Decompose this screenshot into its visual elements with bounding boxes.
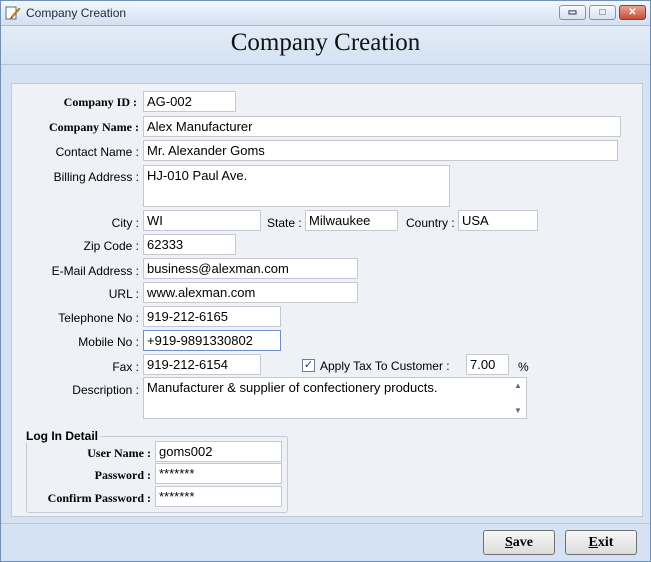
- company-name-input[interactable]: Alex Manufacturer: [143, 116, 621, 137]
- city-input[interactable]: WI: [143, 210, 261, 231]
- save-mnemonic: S: [504, 535, 513, 550]
- minimize-icon: ▭: [567, 7, 578, 18]
- login-detail-title: Log In Detail: [24, 429, 100, 443]
- description-input[interactable]: Manufacturer & supplier of confectionery…: [143, 377, 527, 419]
- minimize-button[interactable]: ▭: [559, 5, 586, 20]
- window-title: Company Creation: [26, 6, 127, 20]
- save-button[interactable]: Save: [483, 530, 555, 555]
- state-input[interactable]: Milwaukee: [305, 210, 398, 231]
- apply-tax-checkbox[interactable]: ✓: [302, 359, 315, 372]
- state-label: State :: [267, 216, 302, 230]
- close-button[interactable]: ✕: [619, 5, 646, 20]
- company-name-label: Company Name :: [49, 120, 139, 134]
- exit-mnemonic: E: [588, 535, 598, 550]
- contact-name-label: Contact Name :: [55, 145, 139, 159]
- form-header: Company Creation: [1, 26, 650, 65]
- billing-address-label: Billing Address :: [53, 170, 139, 184]
- url-label: URL :: [108, 287, 139, 301]
- fax-input[interactable]: 919-212-6154: [143, 354, 261, 375]
- maximize-button[interactable]: □: [589, 5, 616, 20]
- mobile-input[interactable]: +919-9891330802: [143, 330, 281, 351]
- page-title: Company Creation: [230, 29, 421, 56]
- user-name-label: User Name :: [87, 446, 151, 460]
- scroll-up-icon[interactable]: ▲: [514, 381, 522, 390]
- confirm-password-label: Confirm Password :: [47, 491, 151, 505]
- apply-tax-label: Apply Tax To Customer :: [320, 359, 450, 373]
- password-input[interactable]: *******: [155, 463, 282, 484]
- contact-name-input[interactable]: Mr. Alexander Goms: [143, 140, 618, 161]
- company-id-input[interactable]: AG-002: [143, 91, 236, 112]
- exit-label-rest: xit: [597, 535, 614, 550]
- scroll-down-icon[interactable]: ▼: [514, 406, 522, 415]
- confirm-password-input[interactable]: *******: [155, 486, 282, 507]
- exit-button[interactable]: Exit: [565, 530, 637, 555]
- user-name-input[interactable]: goms002: [155, 441, 282, 462]
- url-input[interactable]: www.alexman.com: [143, 282, 358, 303]
- company-id-label: Company ID :: [63, 95, 137, 109]
- tax-rate-input[interactable]: 7.00: [466, 354, 509, 375]
- tax-percent-label: %: [518, 360, 529, 374]
- description-scrollbar[interactable]: ▲ ▼: [511, 379, 525, 417]
- company-creation-window: Company Creation ▭ □ ✕ Company Creation …: [0, 0, 651, 562]
- telephone-label: Telephone No :: [58, 311, 139, 325]
- city-label: City :: [111, 216, 139, 230]
- fax-label: Fax :: [112, 360, 139, 374]
- country-input[interactable]: USA: [458, 210, 538, 231]
- title-bar: Company Creation ▭ □ ✕: [1, 1, 650, 26]
- password-label: Password :: [94, 468, 151, 482]
- email-label: E-Mail Address :: [51, 264, 139, 278]
- country-label: Country :: [406, 216, 455, 230]
- billing-address-input[interactable]: HJ-010 Paul Ave.: [143, 165, 450, 207]
- description-label: Description :: [72, 383, 139, 397]
- zip-code-label: Zip Code :: [83, 239, 139, 253]
- maximize-icon: □: [599, 7, 606, 18]
- app-icon: [5, 6, 21, 20]
- mobile-label: Mobile No :: [78, 335, 139, 349]
- telephone-input[interactable]: 919-212-6165: [143, 306, 281, 327]
- email-input[interactable]: business@alexman.com: [143, 258, 358, 279]
- save-label-rest: ave: [512, 535, 533, 550]
- zip-code-input[interactable]: 62333: [143, 234, 236, 255]
- form-panel: Company ID : AG-002 Company Name : Alex …: [11, 83, 643, 517]
- close-icon: ✕: [628, 7, 637, 18]
- description-text: Manufacturer & supplier of confectionery…: [147, 380, 438, 395]
- button-bar: Save Exit: [1, 523, 650, 561]
